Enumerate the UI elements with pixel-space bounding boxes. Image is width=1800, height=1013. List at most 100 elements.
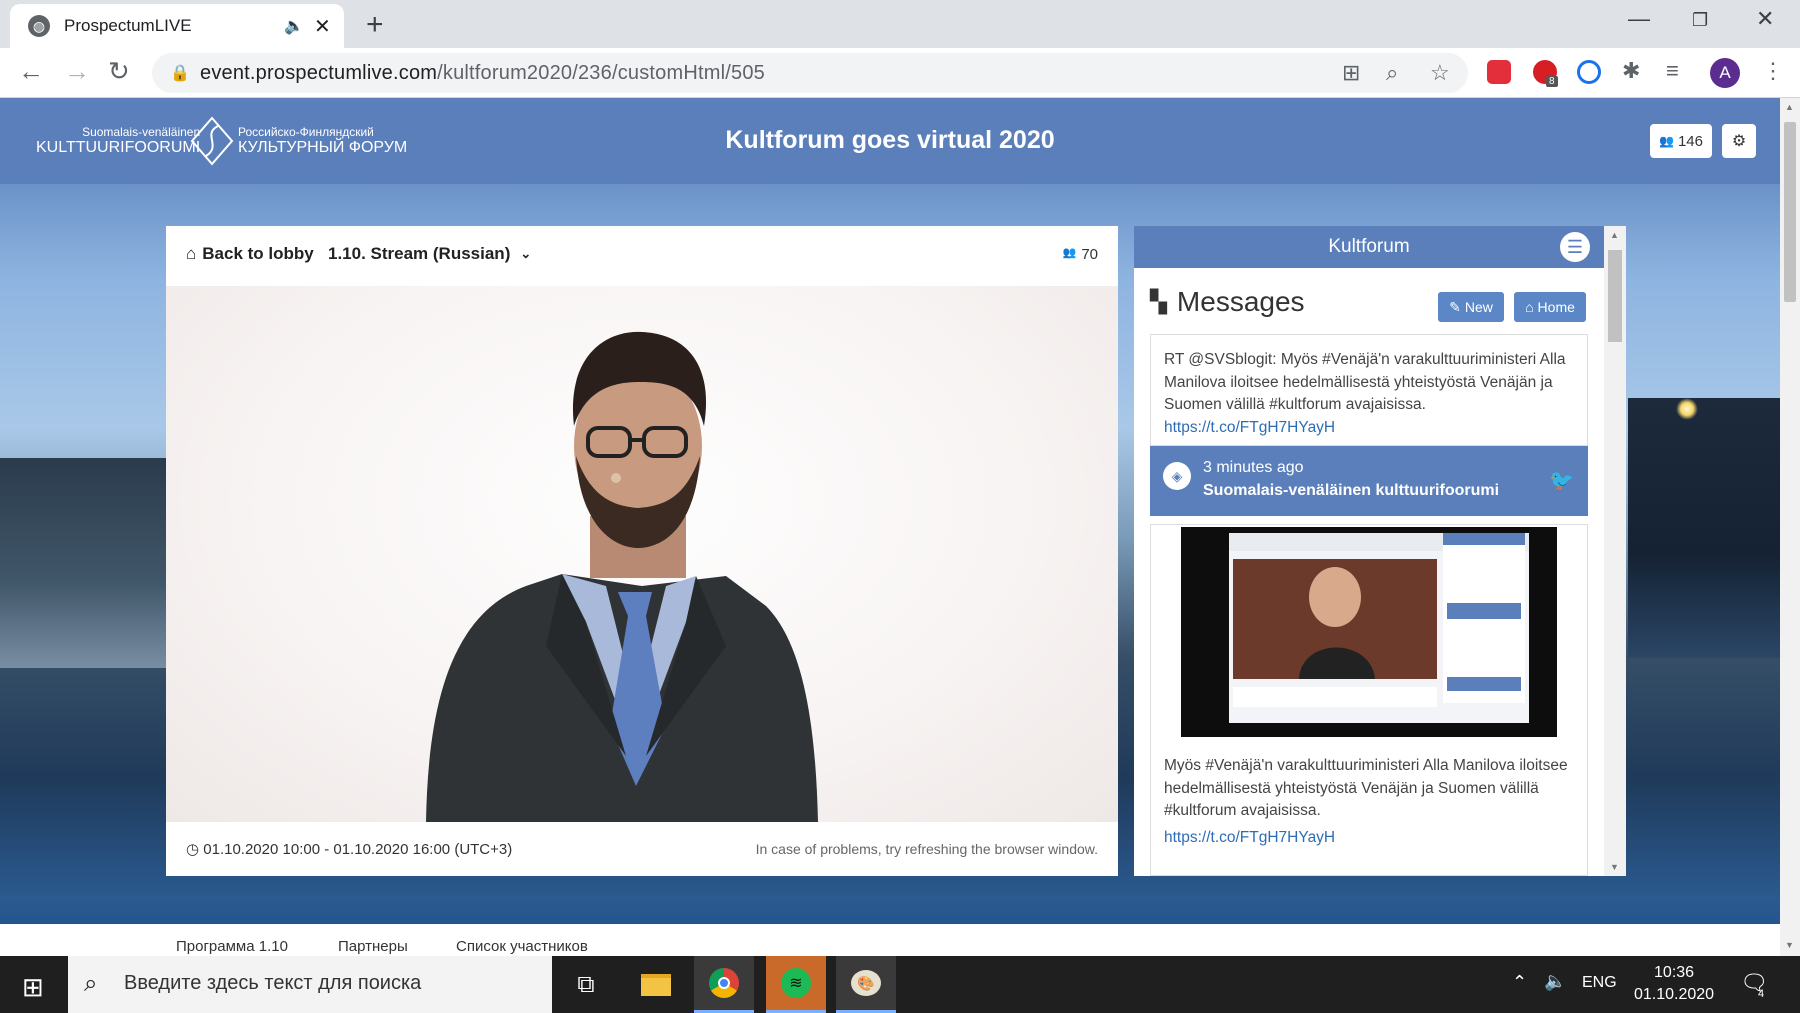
windows-taskbar: ⊞ ⌕ Введите здесь текст для поиска ⧉ ≋ 🎨… — [0, 956, 1800, 1013]
pencil-icon: ✎ — [1449, 298, 1461, 315]
post-image[interactable] — [1181, 527, 1557, 737]
restore-button[interactable]: ❐ — [1692, 10, 1708, 31]
page-scrollbar[interactable]: ▲ ▼ — [1780, 98, 1800, 956]
clock-icon: ◷ — [186, 841, 200, 858]
twitter-bird-icon[interactable]: 🐦 — [1549, 468, 1574, 493]
stream-footer: ◷ 01.10.2020 10:00 - 01.10.2020 16:00 (U… — [166, 822, 1118, 876]
chevron-down-icon: ⌄ — [520, 246, 532, 261]
extension-blue-icon[interactable] — [1577, 60, 1601, 84]
back-to-lobby-link[interactable]: ⌂ Back to lobby — [186, 244, 314, 264]
post-author[interactable]: Suomalais-venäläinen kulttuurifoorumi — [1203, 482, 1499, 500]
settings-gear-icon[interactable]: ⚙ — [1722, 124, 1756, 158]
close-tab-icon[interactable]: ✕ — [314, 14, 331, 39]
stream-card: ⌂ Back to lobby 1.10. Stream (Russian) ⌄… — [166, 226, 1118, 876]
zoom-icon[interactable]: ⌕ — [1386, 60, 1398, 86]
menu-item-partners[interactable]: Партнеры — [338, 938, 408, 955]
post-time: 3 minutes ago — [1203, 459, 1304, 476]
home-icon: ⌂ — [186, 244, 197, 263]
input-language[interactable]: ENG — [1582, 974, 1617, 992]
taskbar-search[interactable]: ⌕ Введите здесь текст для поиска — [68, 956, 552, 1013]
page-title: Kultforum goes virtual 2020 — [725, 126, 1055, 154]
extension-badge: 8 — [1546, 76, 1558, 87]
scroll-up-arrow-icon[interactable]: ▲ — [1785, 102, 1794, 112]
windows-start-icon[interactable]: ⊞ — [22, 972, 44, 1003]
new-message-button[interactable]: ✎ New — [1438, 292, 1504, 322]
chat-panel: Kultforum ☰ ▚ Messages ✎ New ⌂ Home RT @… — [1134, 226, 1626, 876]
new-tab-button[interactable]: + — [366, 8, 384, 42]
browser-tab-bar: ◍ ProspectumLIVE 🔈 ✕ + — ❐ ✕ — [0, 0, 1800, 48]
translate-icon[interactable]: ⊞ — [1342, 60, 1360, 86]
site-header: Suomalais-venäläinen KULTTUURIFOORUMI Ро… — [0, 98, 1780, 184]
globe-icon: ◍ — [28, 15, 50, 37]
stream-toolbar: ⌂ Back to lobby 1.10. Stream (Russian) ⌄… — [166, 226, 1118, 286]
audio-playing-icon[interactable]: 🔈 — [284, 16, 304, 36]
scroll-up-arrow-icon[interactable]: ▲ — [1610, 230, 1619, 240]
chat-scroll-thumb[interactable] — [1608, 250, 1622, 342]
chat-home-button[interactable]: ⌂ Home — [1514, 292, 1586, 322]
message-post: Myös #Venäjä'n varakulttuuriministeri Al… — [1150, 524, 1588, 876]
minimize-button[interactable]: — — [1628, 6, 1650, 32]
chat-scrollbar[interactable]: ▲ ▼ — [1604, 226, 1626, 876]
menu-kebab-icon[interactable]: ⋮ — [1762, 58, 1784, 84]
back-arrow-icon[interactable]: ← — [18, 56, 44, 87]
system-clock[interactable]: 10:36 01.10.2020 — [1634, 962, 1714, 1006]
background-shore-right — [1628, 398, 1780, 658]
close-window-button[interactable]: ✕ — [1756, 6, 1774, 32]
bookmark-star-icon[interactable]: ☆ — [1430, 60, 1450, 86]
extensions-puzzle-icon[interactable]: ✱ — [1622, 58, 1640, 84]
chat-header: Kultforum ☰ — [1134, 226, 1604, 268]
background-shore-left — [0, 458, 170, 668]
url-text[interactable]: event.prospectumlive.com/kultforum2020/2… — [200, 62, 765, 85]
browser-toolbar: ← → ↻ 🔒 event.prospectumlive.com/kultfor… — [0, 48, 1800, 98]
message-post: RT @SVSblogit: Myös #Venäjä'n varakulttu… — [1150, 334, 1588, 446]
messages-heading: ▚ Messages — [1150, 286, 1305, 317]
spotify-icon[interactable]: ≋ — [766, 956, 826, 1013]
forward-arrow-icon[interactable]: → — [64, 56, 90, 87]
extension-red-icon[interactable] — [1487, 60, 1511, 84]
profile-avatar[interactable]: A — [1710, 58, 1740, 88]
tray-chevron-icon[interactable]: ⌃ — [1512, 972, 1527, 993]
stream-time-range: ◷ 01.10.2020 10:00 - 01.10.2020 16:00 (U… — [186, 841, 513, 858]
refresh-hint: In case of problems, try refreshing the … — [755, 841, 1098, 857]
stream-dropdown[interactable]: 1.10. Stream (Russian) ⌄ — [328, 244, 531, 264]
viewers-button[interactable]: 👥 146 — [1650, 124, 1712, 158]
hamburger-menu-icon[interactable]: ☰ — [1560, 232, 1590, 262]
menu-item-participants[interactable]: Список участников — [456, 938, 588, 955]
home-icon: ⌂ — [1525, 299, 1534, 315]
post-link[interactable]: https://t.co/FTgH7HYayH — [1151, 827, 1348, 849]
stream-viewer-count: 👥 70 — [1062, 246, 1098, 263]
users-icon: 👥 — [1062, 247, 1077, 259]
page-scroll-thumb[interactable] — [1784, 122, 1796, 302]
paint-icon[interactable]: 🎨 — [836, 956, 896, 1013]
background-lamp — [1676, 398, 1698, 420]
tab-title: ProspectumLIVE — [64, 16, 192, 35]
reload-icon[interactable]: ↻ — [108, 56, 130, 87]
file-explorer-icon[interactable] — [626, 956, 686, 1013]
post-author-bar: ◈ 3 minutes ago Suomalais-venäläinen kul… — [1150, 446, 1588, 516]
video-player[interactable] — [166, 286, 1118, 822]
post-text: Myös #Venäjä'n varakulttuuriministeri Al… — [1164, 757, 1568, 819]
media-control-icon[interactable]: ≡ — [1666, 58, 1679, 84]
users-icon: 👥 — [1659, 134, 1674, 148]
post-link[interactable]: https://t.co/FTgH7HYayH — [1151, 417, 1587, 439]
scroll-down-arrow-icon[interactable]: ▼ — [1610, 862, 1619, 872]
lock-icon: 🔒 — [170, 65, 190, 82]
laptop-screen-image — [1181, 527, 1557, 737]
task-view-icon[interactable]: ⧉ — [556, 956, 616, 1013]
chat-title: Kultforum — [1328, 236, 1410, 257]
notification-count: 4 — [1758, 988, 1765, 1000]
address-bar[interactable]: 🔒 event.prospectumlive.com/kultforum2020… — [152, 53, 1468, 93]
chat-bubbles-icon: ▚ — [1150, 289, 1167, 314]
chrome-icon[interactable] — [694, 956, 754, 1013]
page-content: Suomalais-venäläinen KULTTUURIFOORUMI Ро… — [0, 98, 1780, 956]
search-placeholder: Введите здесь текст для поиска — [124, 972, 422, 994]
volume-icon[interactable]: 🔈 — [1544, 971, 1566, 992]
browser-tab[interactable]: ◍ ProspectumLIVE 🔈 ✕ — [10, 4, 344, 48]
program-menu: Программа 1.10 Партнеры Список участнико… — [0, 924, 1780, 956]
post-text: RT @SVSblogit: Myös #Venäjä'n varakulttu… — [1164, 351, 1566, 413]
author-avatar: ◈ — [1163, 462, 1191, 490]
speaker-video-frame — [426, 331, 818, 822]
menu-item-program[interactable]: Программа 1.10 — [176, 938, 288, 955]
search-icon: ⌕ — [84, 970, 98, 997]
scroll-down-arrow-icon[interactable]: ▼ — [1785, 940, 1794, 950]
